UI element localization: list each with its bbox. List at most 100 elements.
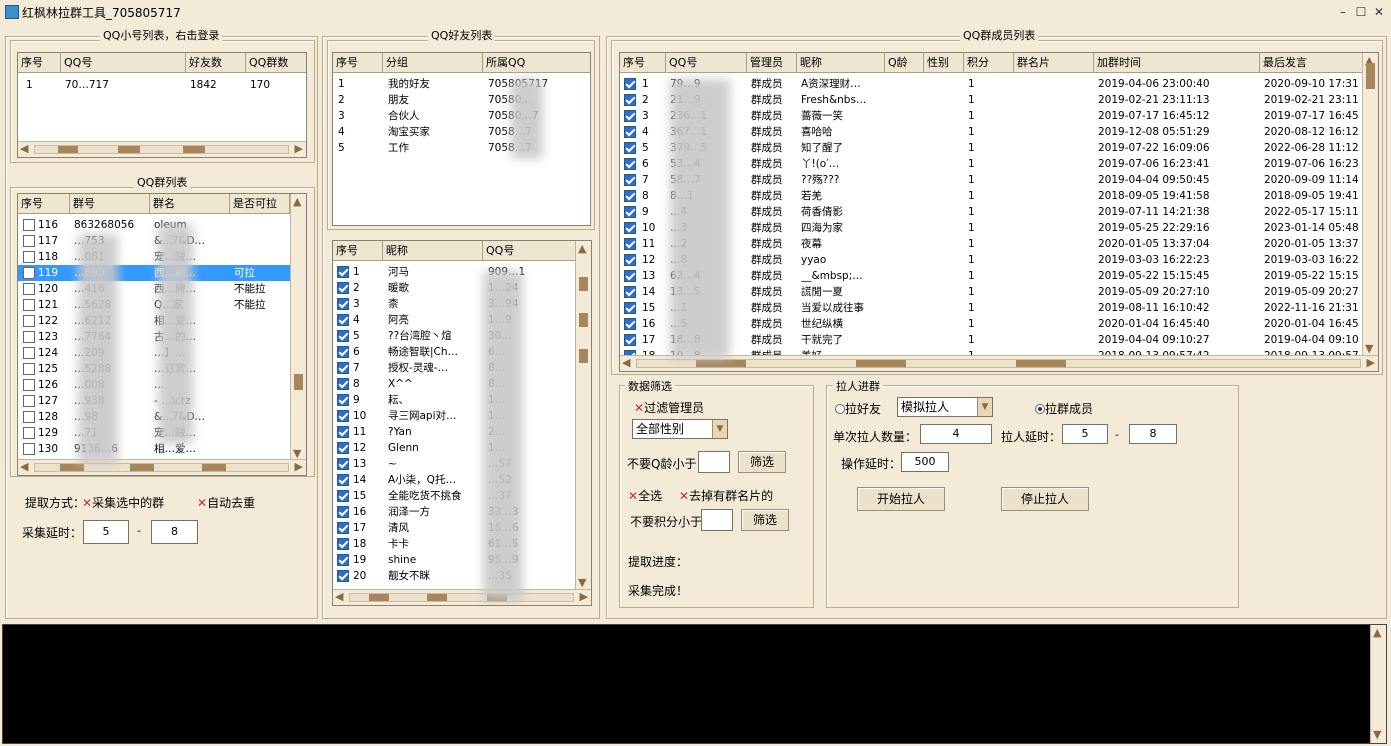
col-header[interactable]: 序号 (18, 53, 61, 73)
row-checkbox[interactable] (337, 362, 349, 374)
row-checkbox[interactable] (624, 174, 636, 186)
row-checkbox[interactable] (23, 331, 35, 343)
table-row[interactable]: 19shine95…9 (333, 552, 577, 568)
col-header[interactable]: 积分 (964, 53, 1014, 73)
scroll-up-icon[interactable]: ▲ (293, 195, 301, 209)
row-checkbox[interactable] (23, 363, 35, 375)
row-checkbox[interactable] (337, 314, 349, 326)
gender-select[interactable]: 全部性别 ▼ (632, 419, 728, 439)
row-checkbox[interactable] (337, 266, 349, 278)
row-checkbox[interactable] (337, 458, 349, 470)
row-checkbox[interactable] (23, 235, 35, 247)
col-header[interactable]: 序号 (18, 194, 70, 214)
table-row[interactable]: 4 淘宝买家 7058…7 (333, 124, 590, 140)
table-row[interactable]: 125…5288…订赏… (18, 361, 290, 377)
col-header[interactable]: 所属QQ (483, 53, 590, 73)
table-row[interactable]: 179…9群成员A资深理财…12019-04-06 23:00:402020-0… (620, 76, 1364, 92)
collect-delay-to-input[interactable]: 8 (151, 520, 198, 544)
col-header[interactable]: 是否可拉 (230, 194, 290, 214)
qage-input[interactable] (698, 451, 730, 473)
collect-delay-from-input[interactable]: 5 (83, 520, 129, 544)
row-checkbox[interactable] (624, 206, 636, 218)
table-row[interactable]: 10…3群成员四海为家12019-05-25 22:29:162023-01-1… (620, 220, 1364, 236)
horizontal-scrollbar[interactable]: ◀ ▶ (18, 141, 306, 157)
row-checkbox[interactable] (23, 395, 35, 407)
table-row[interactable]: 1362…4群成员__&mbsp;…12019-05-22 15:15:4520… (620, 268, 1364, 284)
table-row[interactable]: 20靓女不眯…35 (333, 568, 577, 584)
table-row[interactable]: 2 朋友 70580… (333, 92, 590, 108)
row-checkbox[interactable] (624, 222, 636, 234)
horizontal-scrollbar[interactable]: ◀ ▶ (620, 355, 1378, 371)
col-header[interactable]: 群名 (150, 194, 230, 214)
radio-pull-friend[interactable]: 拉好友 (835, 400, 881, 417)
row-checkbox[interactable] (337, 394, 349, 406)
table-row[interactable]: 221…9群成员Fresh&nbs…12019-02-21 23:11:1320… (620, 92, 1364, 108)
table-row[interactable]: 6畅途智联|Ch…6… (333, 344, 577, 360)
scroll-left-icon[interactable]: ◀ (622, 356, 630, 370)
table-row[interactable]: 116863268056oleum (18, 217, 290, 233)
filter-button[interactable]: 筛选 (738, 451, 786, 473)
table-row[interactable]: 3柰3…94 (333, 296, 577, 312)
table-row[interactable]: 128…98&…?&D… (18, 409, 290, 425)
scroll-left-icon[interactable]: ◀ (20, 142, 28, 156)
horizontal-scrollbar[interactable]: ◀ ▶ (18, 459, 306, 475)
col-header[interactable]: 加群时间 (1094, 53, 1260, 73)
table-row[interactable]: 126…008… (18, 377, 290, 393)
select-all-option[interactable]: ✕全选 (628, 487, 662, 504)
row-checkbox[interactable] (23, 219, 35, 231)
row-checkbox[interactable] (624, 158, 636, 170)
row-checkbox[interactable] (624, 126, 636, 138)
minimize-button[interactable]: – (1335, 4, 1351, 20)
table-row[interactable]: 15…1群成员当爱以成往事12019-08-11 16:10:422022-11… (620, 300, 1364, 316)
row-checkbox[interactable] (624, 142, 636, 154)
table-row[interactable]: 1我的好友705805717 (333, 76, 590, 92)
scroll-down-icon[interactable]: ▼ (1373, 728, 1381, 742)
pull-mode-select[interactable]: 模拟拉人 ▼ (897, 397, 993, 417)
table-row[interactable]: 16…5群成员世纪纵横12020-01-04 16:45:402020-01-0… (620, 316, 1364, 332)
row-checkbox[interactable] (23, 347, 35, 359)
row-checkbox[interactable] (337, 442, 349, 454)
friend-members-table[interactable]: 序号 昵称 QQ号 1河马909…12暖歌1…243柰3…944阿亮1…95??… (332, 240, 592, 606)
pull-delay-to-input[interactable]: 8 (1129, 424, 1177, 444)
scroll-right-icon[interactable]: ▶ (1367, 356, 1375, 370)
row-checkbox[interactable] (624, 254, 636, 266)
maximize-button[interactable]: ☐ (1353, 4, 1369, 20)
row-checkbox[interactable] (624, 286, 636, 298)
table-row[interactable]: 12…8群成员yyao12019-03-03 16:22:232019-03-0… (620, 252, 1364, 268)
row-checkbox[interactable] (624, 334, 636, 346)
horizontal-scrollbar[interactable]: ◀ ▶ (333, 589, 591, 605)
col-header[interactable]: QQ号 (483, 241, 577, 261)
row-checkbox[interactable] (23, 283, 35, 295)
table-row[interactable]: 3236…1群成员蔷薇一笑12019-07-17 16:45:122019-07… (620, 108, 1364, 124)
scroll-left-icon[interactable]: ◀ (20, 460, 28, 474)
row-checkbox[interactable] (624, 238, 636, 250)
filter-admin-option[interactable]: ✕过滤管理员 (634, 399, 704, 416)
scroll-down-icon[interactable]: ▼ (1365, 342, 1373, 356)
start-pull-button[interactable]: 开始拉人 (857, 487, 945, 511)
table-row[interactable]: 17清风15…6 (333, 520, 577, 536)
scroll-down-icon[interactable]: ▼ (578, 576, 586, 590)
row-checkbox[interactable] (337, 490, 349, 502)
table-row[interactable]: 129…71宠…贼… (18, 425, 290, 441)
table-row[interactable]: 119…690西…聘…可拉 (18, 265, 290, 281)
row-checkbox[interactable] (337, 522, 349, 534)
scroll-right-icon[interactable]: ▶ (295, 142, 303, 156)
table-row[interactable]: 1413…5群成员謊閒一夏12019-05-09 20:27:102019-05… (620, 284, 1364, 300)
table-row[interactable]: 10寻三网api对…1… (333, 408, 577, 424)
log-console[interactable]: ▲ ▼ (2, 624, 1387, 744)
accounts-table[interactable]: 序号 QQ号 好友数 QQ群数 1 70…717 1842 170 ◀ ▶ (17, 52, 307, 158)
row-checkbox[interactable] (337, 346, 349, 358)
row-checkbox[interactable] (337, 570, 349, 582)
col-header[interactable]: Q龄 (885, 53, 924, 73)
scroll-up-icon[interactable]: ▲ (1373, 626, 1381, 640)
table-row[interactable]: 16润泽一方33…3 (333, 504, 577, 520)
table-row[interactable]: 18卡卡61…5 (333, 536, 577, 552)
table-row[interactable]: 88…1群成员若羌12018-09-05 19:41:582018-09-05 … (620, 188, 1364, 204)
row-checkbox[interactable] (337, 554, 349, 566)
row-checkbox[interactable] (337, 282, 349, 294)
table-row[interactable]: 122…6212相…爱… (18, 313, 290, 329)
scroll-up-icon[interactable]: ▲ (578, 242, 586, 256)
row-checkbox[interactable] (624, 302, 636, 314)
row-checkbox[interactable] (23, 443, 35, 455)
vertical-scrollbar[interactable]: ▲ ▼ (290, 194, 306, 462)
